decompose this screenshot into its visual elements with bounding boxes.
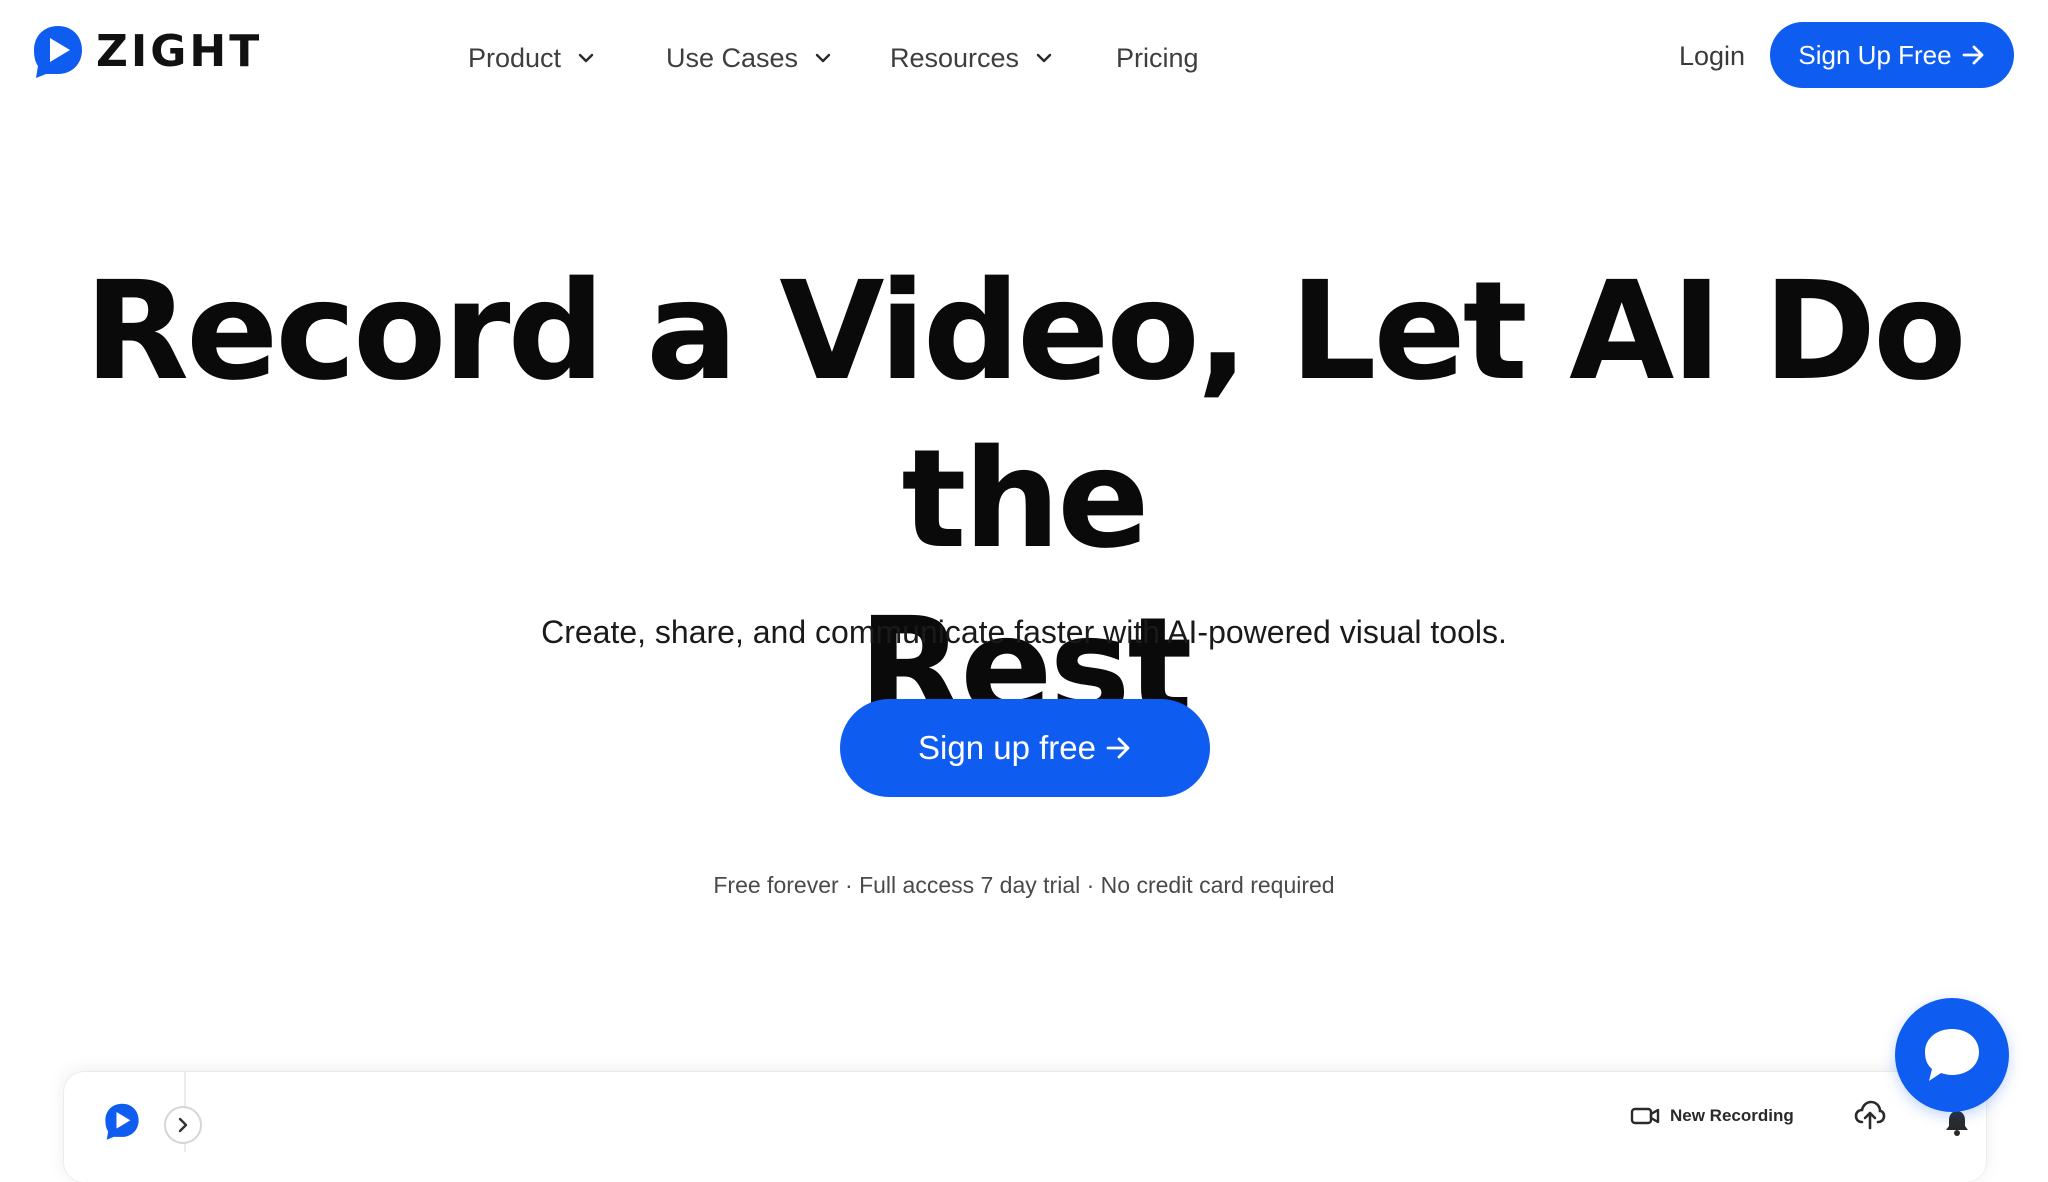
zight-logo-icon xyxy=(105,1103,139,1140)
hero-sign-up-button[interactable]: Sign up free xyxy=(840,699,1210,797)
hero-title-line-1: Record a Video, Let AI Do the xyxy=(84,253,1966,579)
nav-item-label: Pricing xyxy=(1116,42,1199,73)
sign-up-free-label: Sign Up Free xyxy=(1798,39,1952,70)
nav-item-use-cases[interactable]: Use Cases xyxy=(666,38,832,78)
arrow-right-icon xyxy=(1962,45,1983,65)
fine-print: Free forever · Full access 7 day trial ·… xyxy=(713,872,1335,898)
hero-sign-up-label: Sign up free xyxy=(918,729,1096,766)
hero-title: Record a Video, Let AI Do the Rest xyxy=(0,248,2048,752)
nav-item-label: Product xyxy=(468,42,562,73)
chevron-down-icon xyxy=(1036,53,1052,63)
hero-subtitle: Create, share, and communicate faster wi… xyxy=(541,614,1507,650)
video-camera-icon xyxy=(1630,1107,1660,1125)
top-nav: ZIGHT Product Use Cases Resources Pricin… xyxy=(0,0,2048,116)
arrow-right-icon xyxy=(1106,737,1130,759)
nav-item-label: Use Cases xyxy=(666,42,799,73)
chat-button[interactable] xyxy=(1895,998,2009,1112)
nav-item-product[interactable]: Product xyxy=(468,38,595,78)
brand-name: ZIGHT xyxy=(96,25,263,77)
chevron-right-icon xyxy=(178,1117,188,1133)
nav-item-resources[interactable]: Resources xyxy=(890,38,1053,78)
login-link[interactable]: Login xyxy=(1679,36,1745,76)
nav-item-label: Resources xyxy=(890,42,1020,73)
bell-icon[interactable] xyxy=(1944,1108,1970,1136)
zight-logo-icon xyxy=(34,26,82,78)
zight-logo[interactable]: ZIGHT xyxy=(32,24,262,78)
app-preview: New Recording xyxy=(64,1072,1986,1182)
expand-sidebar-button[interactable] xyxy=(164,1106,202,1144)
nav-item-pricing[interactable]: Pricing xyxy=(1116,38,1199,78)
cloud-upload-icon[interactable] xyxy=(1854,1100,1886,1130)
chevron-down-icon xyxy=(815,53,831,63)
chat-bubble-icon xyxy=(1925,1029,1979,1081)
new-recording-label: New Recording xyxy=(1670,1106,1794,1125)
sign-up-free-button[interactable]: Sign Up Free xyxy=(1770,22,2014,88)
new-recording-button[interactable]: New Recording xyxy=(1630,1100,1794,1132)
chevron-down-icon xyxy=(578,53,594,63)
